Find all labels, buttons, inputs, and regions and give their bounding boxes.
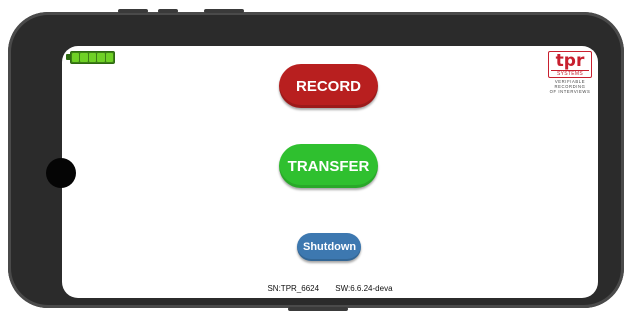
device-info-footer: SN:TPR_6624 SW:6.6.24-deva: [62, 284, 598, 293]
battery-cell: [97, 53, 105, 62]
device-side-button: [118, 9, 148, 13]
battery-cell: [88, 53, 97, 62]
battery-cell: [105, 53, 114, 62]
app-screen: RECORD TRANSFER Shutdown tpr SYSTEMS VER…: [62, 46, 598, 298]
logo-subbrand-text: SYSTEMS: [551, 70, 589, 77]
battery-icon: [70, 51, 115, 64]
logo-tagline: VERIFIABLE RECORDING OF INTERVIEWS: [548, 79, 592, 94]
device-frame: RECORD TRANSFER Shutdown tpr SYSTEMS VER…: [8, 9, 624, 311]
transfer-button[interactable]: TRANSFER: [279, 144, 378, 188]
logo-tagline-line: OF INTERVIEWS: [549, 89, 591, 94]
camera-notch: [46, 158, 76, 188]
battery-cell: [72, 53, 80, 62]
software-version: SW:6.6.24-deva: [335, 284, 393, 293]
battery-cell: [80, 53, 88, 62]
brand-logo: tpr SYSTEMS VERIFIABLE RECORDING OF INTE…: [548, 51, 592, 94]
serial-number: SN:TPR_6624: [267, 284, 320, 293]
record-button[interactable]: RECORD: [279, 64, 378, 108]
device-side-button: [158, 9, 178, 13]
logo-badge: tpr SYSTEMS: [548, 51, 592, 78]
shutdown-button[interactable]: Shutdown: [297, 233, 361, 261]
device-side-button: [288, 307, 348, 311]
logo-brand-text: tpr: [555, 51, 585, 71]
device-side-button: [204, 9, 244, 13]
